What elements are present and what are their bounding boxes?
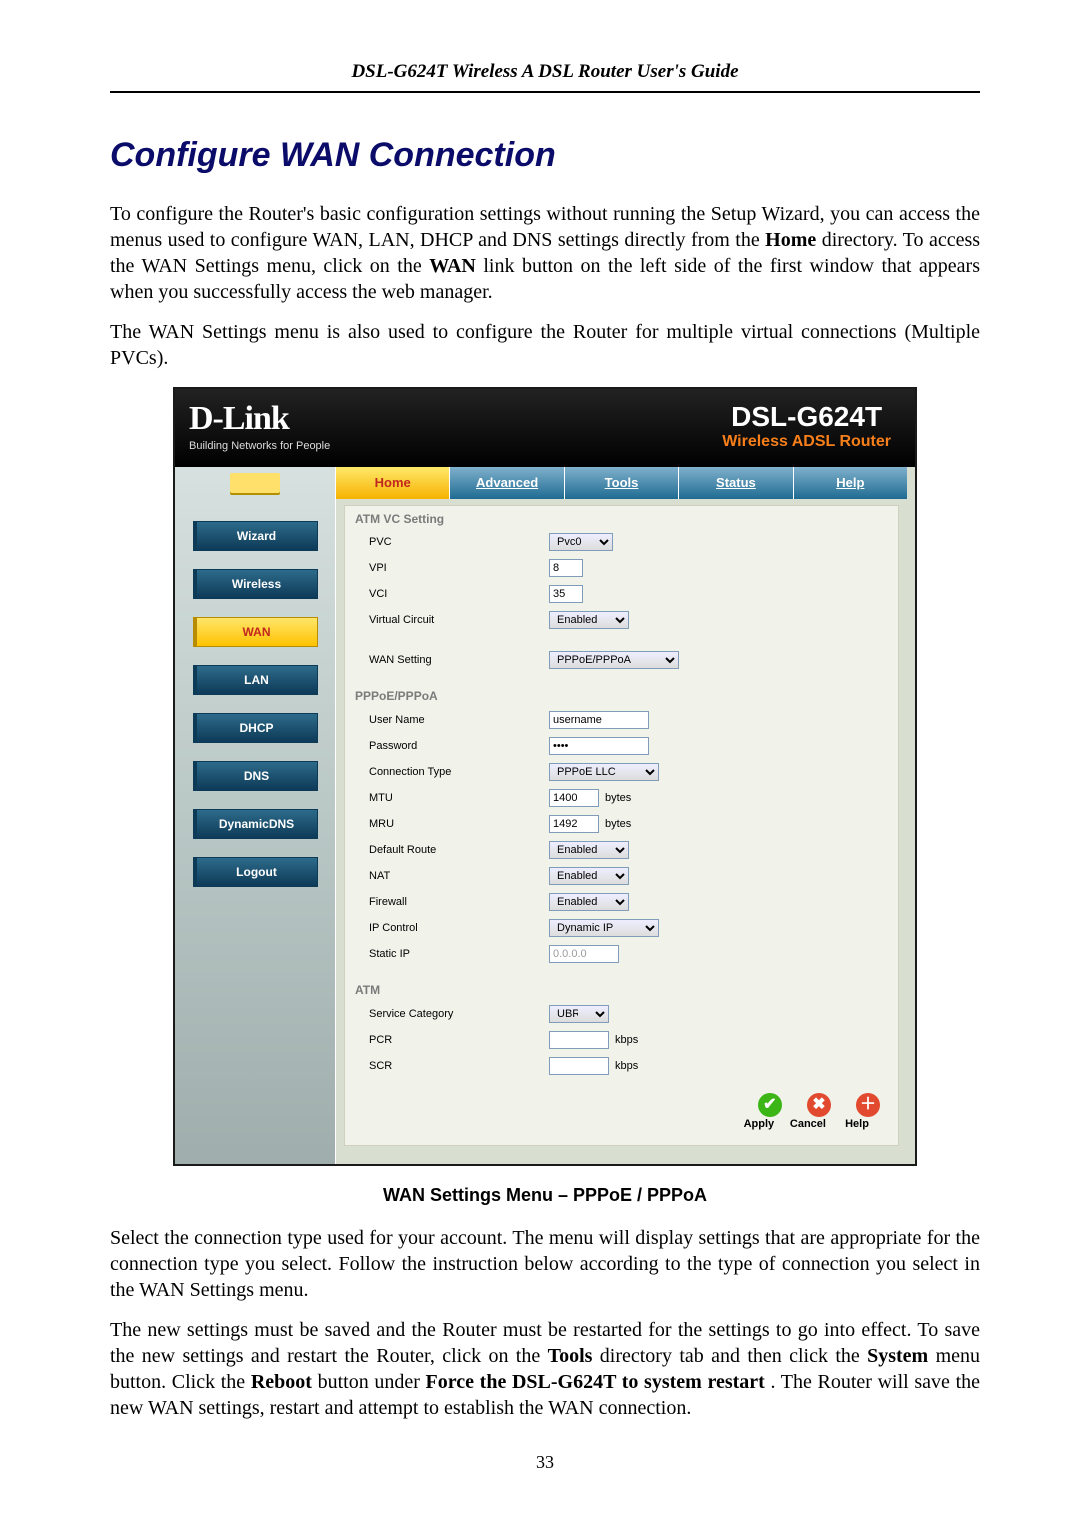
input-pcr[interactable]	[549, 1031, 609, 1049]
input-mtu[interactable]	[549, 789, 599, 807]
label-wan-setting: WAN Setting	[345, 653, 549, 667]
unit-kbps-scr: kbps	[609, 1059, 638, 1073]
select-nat[interactable]: Enabled	[549, 867, 629, 885]
input-scr[interactable]	[549, 1057, 609, 1075]
doc-header: DSL-G624T Wireless A DSL Router User's G…	[110, 60, 980, 85]
label-vci: VCI	[345, 587, 549, 601]
sidebar-item-dns[interactable]: DNS	[193, 761, 318, 791]
router-screenshot: D-Link Building Networks for People DSL-…	[173, 387, 917, 1166]
model-title: DSL-G624T Wireless ADSL Router	[722, 401, 891, 451]
sidebar: Wizard Wireless WAN LAN DHCP DNS Dynamic…	[175, 467, 336, 1164]
apply-icon[interactable]: ✔	[758, 1093, 782, 1117]
cancel-button[interactable]: Cancel	[785, 1117, 831, 1131]
router-header: D-Link Building Networks for People DSL-…	[175, 389, 915, 467]
section-atm-vc: ATM VC Setting	[345, 510, 898, 530]
label-mtu: MTU	[345, 791, 549, 805]
label-vpi: VPI	[345, 561, 549, 575]
label-password: Password	[345, 739, 549, 753]
cancel-icon[interactable]: ✖	[807, 1093, 831, 1117]
sidebar-item-ddns[interactable]: DynamicDNS	[193, 809, 318, 839]
brand-logo: D-Link Building Networks for People	[189, 397, 330, 453]
help-button[interactable]: Help	[834, 1117, 880, 1131]
section-atm: ATM	[345, 981, 898, 1001]
select-ip-control[interactable]: Dynamic IP	[549, 919, 659, 937]
label-virtual-circuit: Virtual Circuit	[345, 613, 549, 627]
header-rule	[110, 91, 980, 93]
tab-help[interactable]: Help	[793, 467, 907, 499]
body-paragraph-4: The new settings must be saved and the R…	[110, 1317, 980, 1421]
figure-caption: WAN Settings Menu – PPPoE / PPPoA	[110, 1184, 980, 1207]
label-connection-type: Connection Type	[345, 765, 549, 779]
label-pvc: PVC	[345, 535, 549, 549]
tab-home[interactable]: Home	[336, 467, 449, 499]
help-icon[interactable]: ＋	[856, 1093, 880, 1117]
body-paragraph-3: Select the connection type used for your…	[110, 1225, 980, 1303]
label-pcr: PCR	[345, 1033, 549, 1047]
intro-paragraph-1: To configure the Router's basic configur…	[110, 201, 980, 305]
label-nat: NAT	[345, 869, 549, 883]
page-number: 33	[110, 1451, 980, 1474]
select-default-route[interactable]: Enabled	[549, 841, 629, 859]
unit-kbps-pcr: kbps	[609, 1033, 638, 1047]
apply-button[interactable]: Apply	[736, 1117, 782, 1131]
main-panel: Home Advanced Tools Status Help ATM VC S…	[336, 467, 915, 1164]
sidebar-item-wireless[interactable]: Wireless	[193, 569, 318, 599]
label-scr: SCR	[345, 1059, 549, 1073]
action-bar: ✔ ✖ ＋ Apply Cancel Help	[345, 1079, 898, 1131]
select-service-category[interactable]: UBR	[549, 1005, 609, 1023]
input-static-ip[interactable]	[549, 945, 619, 963]
sidebar-item-dhcp[interactable]: DHCP	[193, 713, 318, 743]
sidebar-item-wan[interactable]: WAN	[193, 617, 318, 647]
input-vpi[interactable]	[549, 559, 583, 577]
unit-bytes-mru: bytes	[599, 817, 631, 831]
select-firewall[interactable]: Enabled	[549, 893, 629, 911]
label-service-category: Service Category	[345, 1007, 549, 1021]
input-username[interactable]	[549, 711, 649, 729]
input-password[interactable]	[549, 737, 649, 755]
unit-bytes-mtu: bytes	[599, 791, 631, 805]
select-connection-type[interactable]: PPPoE LLC	[549, 763, 659, 781]
tab-status[interactable]: Status	[678, 467, 792, 499]
sidebar-home-icon	[175, 467, 335, 503]
section-pppoe: PPPoE/PPPoA	[345, 687, 898, 707]
tab-bar: Home Advanced Tools Status Help	[336, 467, 907, 499]
label-username: User Name	[345, 713, 549, 727]
select-wan-setting[interactable]: PPPoE/PPPoA	[549, 651, 679, 669]
label-mru: MRU	[345, 817, 549, 831]
intro-paragraph-2: The WAN Settings menu is also used to co…	[110, 319, 980, 371]
page-title: Configure WAN Connection	[110, 133, 980, 177]
label-default-route: Default Route	[345, 843, 549, 857]
sidebar-item-lan[interactable]: LAN	[193, 665, 318, 695]
input-mru[interactable]	[549, 815, 599, 833]
label-ip-control: IP Control	[345, 921, 549, 935]
label-static-ip: Static IP	[345, 947, 549, 961]
tab-tools[interactable]: Tools	[564, 467, 678, 499]
sidebar-item-logout[interactable]: Logout	[193, 857, 318, 887]
select-virtual-circuit[interactable]: Enabled	[549, 611, 629, 629]
input-vci[interactable]	[549, 585, 583, 603]
label-firewall: Firewall	[345, 895, 549, 909]
tab-advanced[interactable]: Advanced	[449, 467, 563, 499]
sidebar-item-wizard[interactable]: Wizard	[193, 521, 318, 551]
select-pvc[interactable]: Pvc0	[549, 533, 613, 551]
